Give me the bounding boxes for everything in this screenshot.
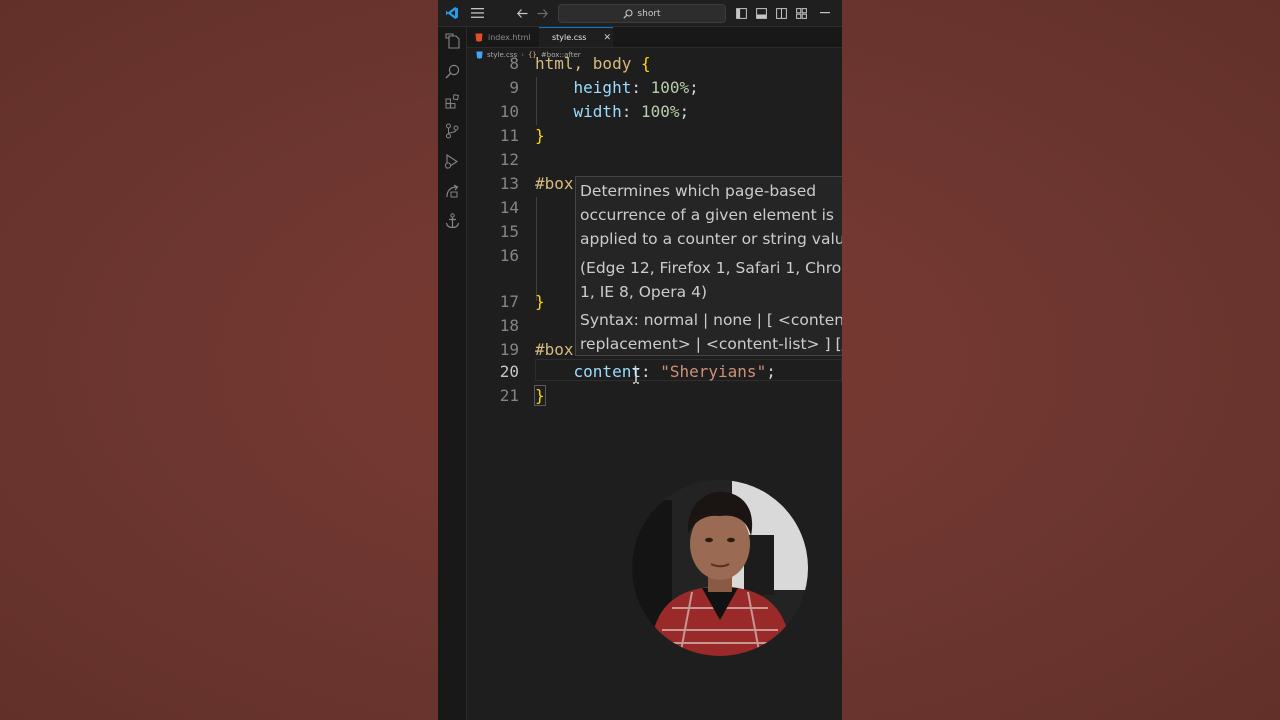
- line-number: 16: [499, 245, 519, 265]
- minimize-icon[interactable]: [818, 3, 832, 23]
- code-line: 8 html, body {: [467, 51, 842, 75]
- vscode-logo-icon: [442, 3, 462, 23]
- toggle-secondary-sidebar-icon[interactable]: [774, 3, 788, 23]
- tooltip-compat: 1, IE 8, Opera 4): [580, 283, 708, 301]
- code-text: }: [534, 384, 546, 406]
- menu-icon[interactable]: [468, 3, 486, 23]
- tab-index-html[interactable]: index.html: [467, 27, 539, 47]
- line-number: 12: [499, 149, 519, 169]
- line-number: 13: [499, 173, 519, 193]
- line-number: 18: [499, 315, 519, 335]
- html-file-icon: [475, 33, 483, 42]
- line-number: 11: [499, 125, 519, 145]
- line-number: 17: [499, 291, 519, 311]
- code-text: width: 100%;: [573, 101, 690, 121]
- code-text: content: "Sheryians";: [573, 361, 776, 381]
- code-text: }: [535, 291, 545, 311]
- text-cursor-icon: [633, 368, 639, 384]
- line-number: 19: [499, 339, 519, 359]
- command-center-search[interactable]: short: [558, 4, 726, 23]
- code-line: 20 content: "Sheryians";: [467, 359, 842, 383]
- search-icon[interactable]: [443, 62, 461, 80]
- explorer-icon[interactable]: [443, 32, 461, 50]
- code-text: height: 100%;: [573, 77, 699, 97]
- toggle-sidebar-icon[interactable]: [734, 3, 748, 23]
- toggle-panel-icon[interactable]: [754, 3, 768, 23]
- line-number: 9: [509, 77, 519, 97]
- source-control-icon[interactable]: [443, 122, 461, 140]
- tooltip-description: occurrence of a given element is: [580, 206, 834, 224]
- code-text: }: [535, 125, 545, 145]
- code-line: 11 }: [467, 123, 842, 147]
- line-number: 15: [499, 221, 519, 241]
- remote-explorer-icon[interactable]: [443, 182, 461, 200]
- tooltip-compat: (Edge 12, Firefox 1, Safari 1, Chron: [580, 259, 842, 277]
- tooltip-description: applied to a counter or string valu: [580, 230, 842, 248]
- customize-layout-icon[interactable]: [794, 3, 808, 23]
- line-number: 10: [499, 101, 519, 121]
- code-line: 21 }: [467, 383, 842, 407]
- line-number: 21: [499, 385, 519, 405]
- tab-style-css[interactable]: style.css ✕: [539, 27, 613, 47]
- back-arrow-icon[interactable]: [514, 3, 530, 23]
- search-text: short: [637, 8, 661, 19]
- tooltip-syntax: Syntax: normal | none | [ <content: [580, 311, 842, 329]
- tooltip-syntax: replacement> | <content-list> ] [/: [580, 335, 842, 353]
- webcam-overlay: [632, 480, 808, 656]
- code-text: #box: [535, 339, 574, 359]
- presenter-avatar: [632, 480, 808, 656]
- hover-tooltip: Determines which page-based occurrence o…: [575, 176, 842, 356]
- line-number: 20: [499, 361, 519, 381]
- title-bar: short: [438, 0, 842, 27]
- code-line: 12: [467, 147, 842, 171]
- line-number: 8: [509, 53, 519, 73]
- code-line: 9 height: 100%;: [467, 75, 842, 99]
- tooltip-description: Determines which page-based: [580, 182, 817, 200]
- extensions-icon[interactable]: [443, 92, 461, 110]
- code-text: #box: [535, 173, 574, 193]
- tab-label: index.html: [488, 32, 531, 42]
- search-icon: [623, 8, 633, 19]
- tab-strip: index.html style.css ✕: [467, 27, 842, 48]
- code-text: html, body {: [535, 53, 651, 73]
- run-debug-icon[interactable]: [443, 152, 461, 170]
- forward-arrow-icon[interactable]: [534, 3, 550, 23]
- activity-bar: [438, 27, 467, 720]
- tab-label: style.css: [552, 33, 587, 42]
- close-icon[interactable]: ✕: [603, 33, 611, 43]
- line-number: 14: [499, 197, 519, 217]
- code-line: 10 width: 100%;: [467, 99, 842, 123]
- anchor-icon[interactable]: [443, 212, 461, 230]
